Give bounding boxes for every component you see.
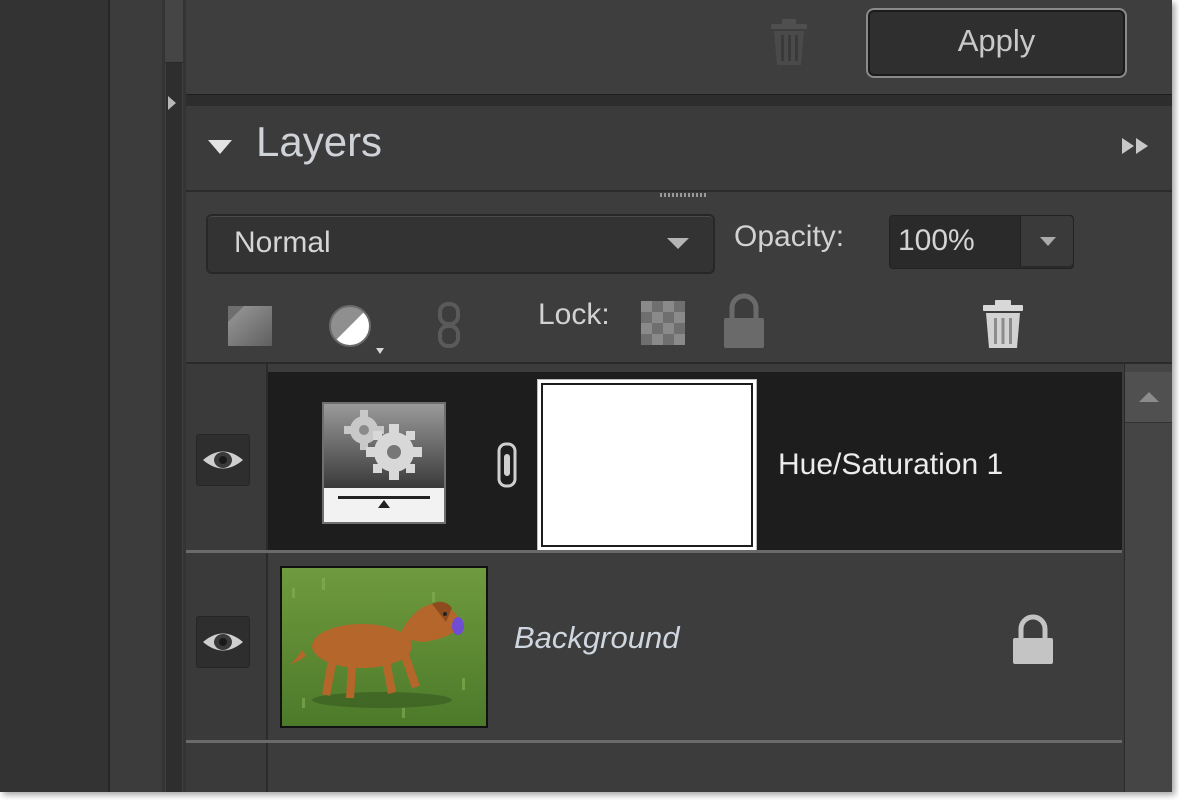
delete-layer-trash-icon[interactable] [980, 298, 1026, 350]
adjustment-top-section: Apply [186, 0, 1172, 94]
new-layer-icon[interactable] [226, 304, 274, 348]
opacity-value[interactable]: 100% [898, 224, 975, 258]
scroll-up-button[interactable] [1125, 372, 1172, 423]
workspace-canvas-area [0, 0, 110, 792]
layers-scrollbar[interactable] [1124, 364, 1172, 792]
row-divider [186, 740, 1122, 743]
layer-name[interactable]: Hue/Saturation 1 [778, 448, 1003, 482]
adjustment-layer-icon[interactable] [326, 302, 388, 358]
resize-grip-icon[interactable] [660, 193, 706, 197]
collapse-panel-arrow-icon[interactable] [168, 96, 176, 110]
opacity-dropdown-button[interactable] [1020, 216, 1073, 266]
layers-panel-title: Layers [256, 118, 383, 165]
gutter-top-handle[interactable] [165, 0, 183, 63]
workspace-strip [110, 0, 162, 792]
trash-icon[interactable] [768, 16, 810, 68]
layer-row-hue-saturation[interactable]: Hue/Saturation 1 [268, 372, 1122, 550]
mask-link-icon[interactable] [494, 442, 520, 488]
lock-all-icon[interactable] [720, 292, 768, 350]
visibility-toggle[interactable] [196, 434, 250, 486]
chevron-up-icon [1139, 392, 1159, 402]
lock-label: Lock: [538, 298, 610, 331]
chevron-down-icon [667, 238, 689, 249]
layers-panel-header[interactable]: Layers [186, 106, 1172, 192]
layers-toolbar: Lock: [186, 290, 1172, 362]
opacity-field[interactable]: 100% [889, 215, 1074, 269]
panel-collapse-track[interactable] [165, 0, 183, 792]
layer-row-background[interactable]: Background [268, 554, 1122, 738]
collapse-triangle-icon[interactable] [208, 140, 232, 154]
link-icon[interactable] [436, 302, 462, 348]
opacity-label: Opacity: [734, 220, 845, 253]
panel-bin: Apply Layers Normal Opacity: 100% Lock: … [186, 0, 1172, 792]
eye-icon [203, 451, 243, 469]
eye-icon [203, 633, 243, 651]
layers-list: Hue/Saturation 1 Background [186, 362, 1172, 792]
row-divider [186, 550, 1122, 553]
fast-forward-icon[interactable] [1120, 136, 1160, 156]
background-image-thumbnail [280, 566, 488, 728]
adjustment-layer-thumbnail [322, 402, 446, 524]
lock-transparent-pixels-icon[interactable] [640, 300, 686, 346]
visibility-toggle[interactable] [196, 616, 250, 668]
blend-mode-select[interactable]: Normal [206, 214, 715, 274]
chevron-down-icon [1040, 237, 1056, 246]
layer-locked-icon [1013, 614, 1053, 664]
apply-button[interactable]: Apply [866, 8, 1127, 78]
app-window: Apply Layers Normal Opacity: 100% Lock: … [0, 0, 1172, 792]
layer-mask-thumbnail[interactable] [538, 380, 756, 550]
layer-name[interactable]: Background [514, 620, 679, 656]
visibility-column [186, 364, 268, 792]
blend-mode-value: Normal [234, 226, 331, 259]
